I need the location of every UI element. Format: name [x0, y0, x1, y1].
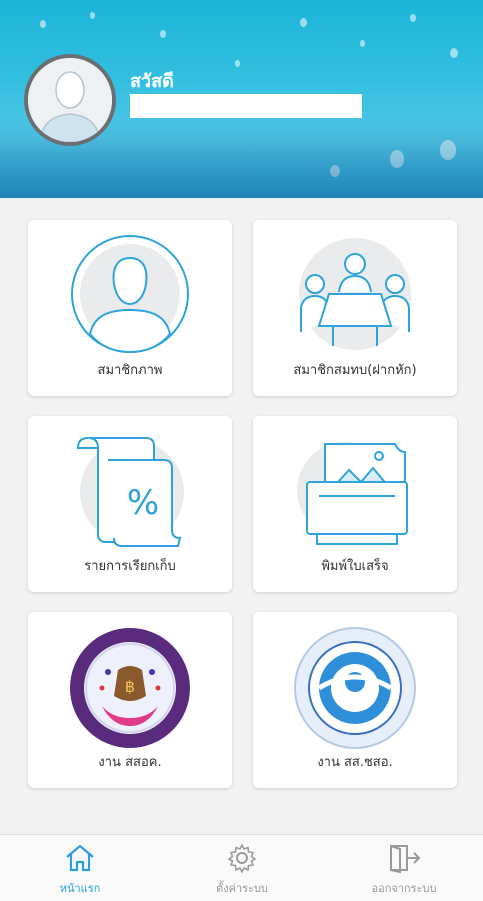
- printer-icon: [297, 442, 408, 545]
- user-name-field: [130, 94, 362, 118]
- home-icon: [66, 844, 94, 872]
- nav-logout-label: ออกจากระบบ: [371, 882, 437, 895]
- meeting-icon: [299, 238, 411, 350]
- menu-card-membership[interactable]: สมาชิกภาพ: [28, 220, 232, 396]
- menu-card-receipt[interactable]: พิมพ์ใบเสร็จ: [253, 416, 457, 592]
- member-icon: [71, 235, 189, 354]
- svg-text:%: %: [127, 483, 159, 523]
- menu-label-associate: สมาชิกสมทบ(ฝากหัก): [293, 363, 417, 378]
- cooperative-seal-icon: ฿: [70, 628, 190, 748]
- gear-icon: [228, 844, 256, 873]
- svg-text:฿: ฿: [125, 677, 135, 696]
- menu-card-federation[interactable]: งาน สส.ชสอ.: [253, 612, 457, 788]
- profile-header: สวัสดี: [0, 0, 483, 198]
- nav-settings[interactable]: ตั้งค่าระบบ: [182, 843, 302, 897]
- menu-label-membership: สมาชิกภาพ: [97, 363, 163, 378]
- menu-card-billing[interactable]: % รายการเรียกเก็บ: [28, 416, 232, 592]
- avatar[interactable]: [24, 54, 116, 146]
- menu-card-associate[interactable]: สมาชิกสมทบ(ฝากหัก): [253, 220, 457, 396]
- percent-document-icon: %: [76, 437, 184, 547]
- menu-label-receipt: พิมพ์ใบเสร็จ: [321, 559, 389, 574]
- nav-home-label: หน้าแรก: [59, 882, 101, 895]
- nav-logout[interactable]: ออกจากระบบ: [344, 843, 464, 897]
- menu-label-billing: รายการเรียกเก็บ: [84, 559, 176, 574]
- federation-seal-icon: [294, 627, 416, 749]
- nav-settings-label: ตั้งค่าระบบ: [216, 882, 268, 895]
- menu-label-cooperative: งาน สสอค.: [98, 755, 162, 770]
- logout-icon: [390, 845, 421, 874]
- nav-home[interactable]: หน้าแรก: [20, 843, 140, 897]
- greeting-text: สวัสดี: [130, 71, 174, 92]
- menu-label-federation: งาน สส.ชสอ.: [317, 755, 393, 770]
- user-silhouette-icon: [28, 58, 112, 142]
- menu-card-cooperative[interactable]: ฿ งาน สสอค.: [28, 612, 232, 788]
- bottom-navigation: หน้าแรก ตั้งค่าระบบ ออกจากระบบ: [0, 834, 483, 901]
